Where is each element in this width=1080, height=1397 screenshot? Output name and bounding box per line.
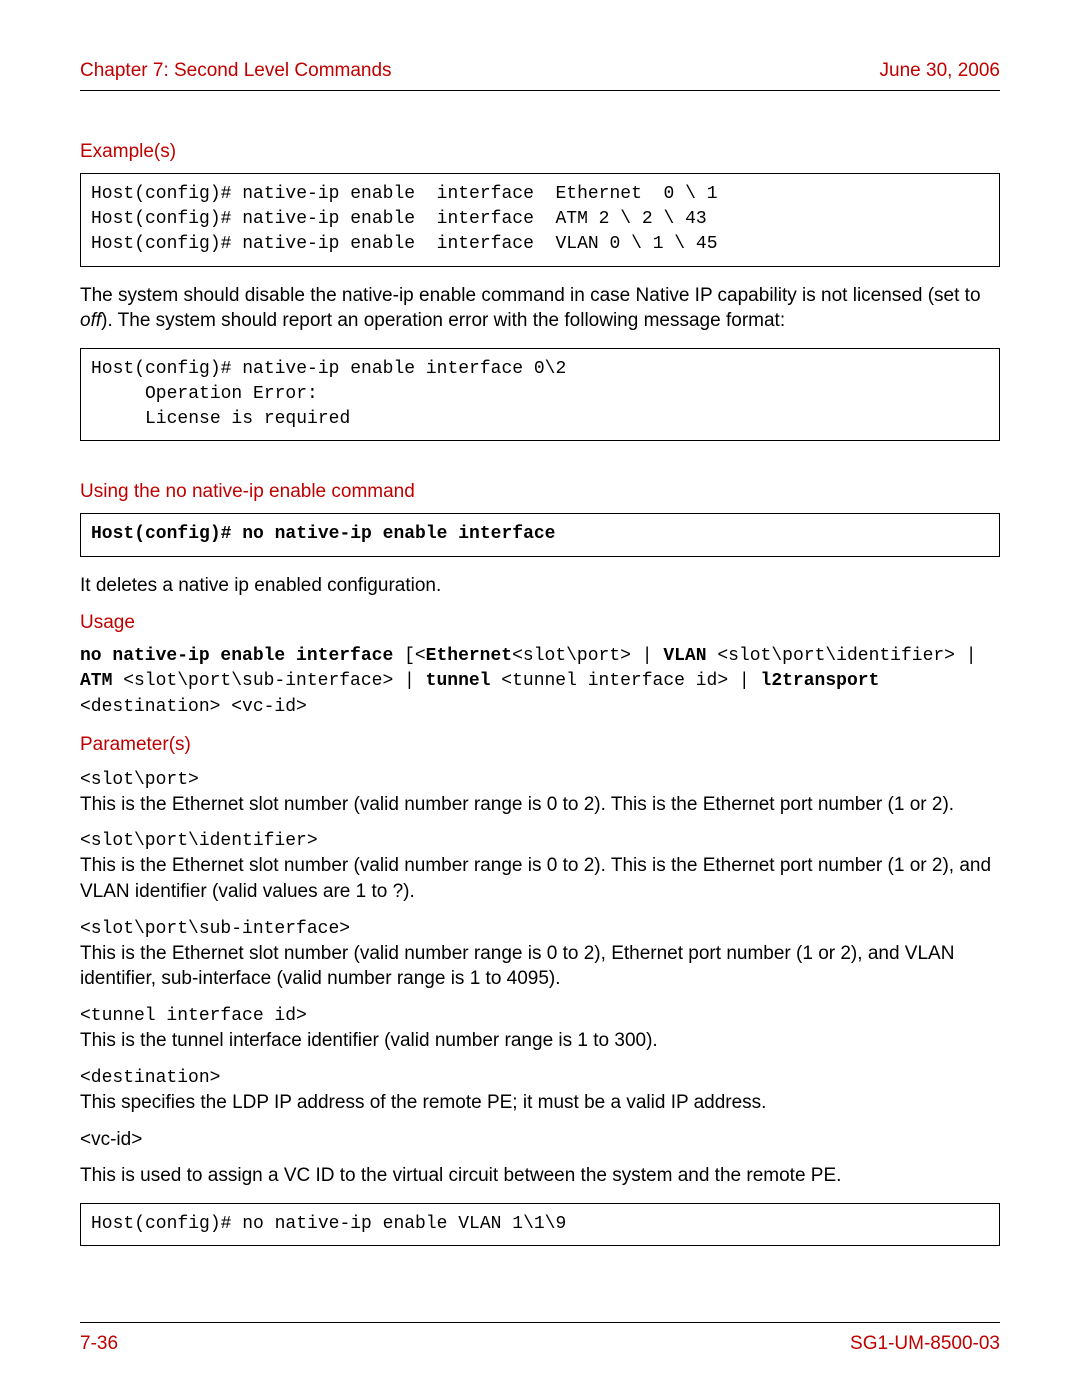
param-block: <slot\port\identifier> This is the Ether… (80, 831, 1000, 904)
param-block: <slot\port> This is the Ethernet slot nu… (80, 770, 1000, 818)
examples-heading: Example(s) (80, 141, 1000, 163)
no-command-code-block: Host(config)# no native-ip enable interf… (80, 513, 1000, 556)
param-block: <vc-id> This is used to assign a VC ID t… (80, 1129, 1000, 1189)
param-name: <slot\port\identifier> (80, 831, 1000, 851)
param-name: <vc-id> (80, 1129, 1000, 1151)
param-block: <slot\port\sub-interface> This is the Et… (80, 919, 1000, 992)
usage-text-6: <destination> <vc-id> (80, 697, 307, 717)
param-name: <slot\port\sub-interface> (80, 919, 1000, 939)
usage-heading: Usage (80, 612, 1000, 634)
param-block: <tunnel interface id> This is the tunnel… (80, 1006, 1000, 1054)
parameters-heading: Parameter(s) (80, 734, 1000, 756)
usage-kw-tunnel: tunnel (426, 671, 491, 691)
usage-text-4: <slot\port\sub-interface> | (112, 671, 425, 691)
page-footer: 7-36 SG1-UM-8500-03 (80, 1322, 1000, 1355)
disable-text-post: ). The system should report an operation… (101, 310, 785, 331)
error-code-block: Host(config)# native-ip enable interface… (80, 348, 1000, 442)
doc-id: SG1-UM-8500-03 (850, 1333, 1000, 1355)
param-block: <destination> This specifies the LDP IP … (80, 1068, 1000, 1116)
usage-kw-l2transport: l2transport (761, 671, 880, 691)
disable-text-pre: The system should disable the native-ip … (80, 285, 981, 306)
param-desc: This is the tunnel interface identifier … (80, 1028, 1000, 1054)
param-desc: This is the Ethernet slot number (valid … (80, 853, 1000, 904)
param-name: <slot\port> (80, 770, 1000, 790)
page: Chapter 7: Second Level Commands June 30… (0, 0, 1080, 1397)
disable-text-italic: off (80, 310, 101, 331)
param-desc: This is used to assign a VC ID to the vi… (80, 1163, 1000, 1189)
usage-kw-vlan: VLAN (663, 646, 706, 666)
header-date: June 30, 2006 (880, 60, 1000, 82)
page-number: 7-36 (80, 1333, 118, 1355)
param-name: <destination> (80, 1068, 1000, 1088)
final-code-block: Host(config)# no native-ip enable VLAN 1… (80, 1203, 1000, 1246)
usage-kw-atm: ATM (80, 671, 112, 691)
chapter-title: Chapter 7: Second Level Commands (80, 60, 392, 82)
usage-kw-no-native: no native-ip enable interface (80, 646, 393, 666)
examples-code-block: Host(config)# native-ip enable interface… (80, 173, 1000, 267)
usage-text-5: <tunnel interface id> | (490, 671, 760, 691)
param-desc: This is the Ethernet slot number (valid … (80, 792, 1000, 818)
no-command-description: It deletes a native ip enabled configura… (80, 573, 1000, 599)
usage-syntax: no native-ip enable interface [<Ethernet… (80, 644, 1000, 720)
page-header: Chapter 7: Second Level Commands June 30… (80, 60, 1000, 91)
disable-description: The system should disable the native-ip … (80, 283, 1000, 334)
usage-kw-ethernet: Ethernet (426, 646, 512, 666)
no-command-heading: Using the no native-ip enable command (80, 481, 1000, 503)
param-desc: This specifies the LDP IP address of the… (80, 1090, 1000, 1116)
usage-text-2: <slot\port> | (512, 646, 663, 666)
usage-text-1: [< (393, 646, 425, 666)
param-desc: This is the Ethernet slot number (valid … (80, 941, 1000, 992)
param-name: <tunnel interface id> (80, 1006, 1000, 1026)
usage-text-3: <slot\port\identifier> | (707, 646, 977, 666)
